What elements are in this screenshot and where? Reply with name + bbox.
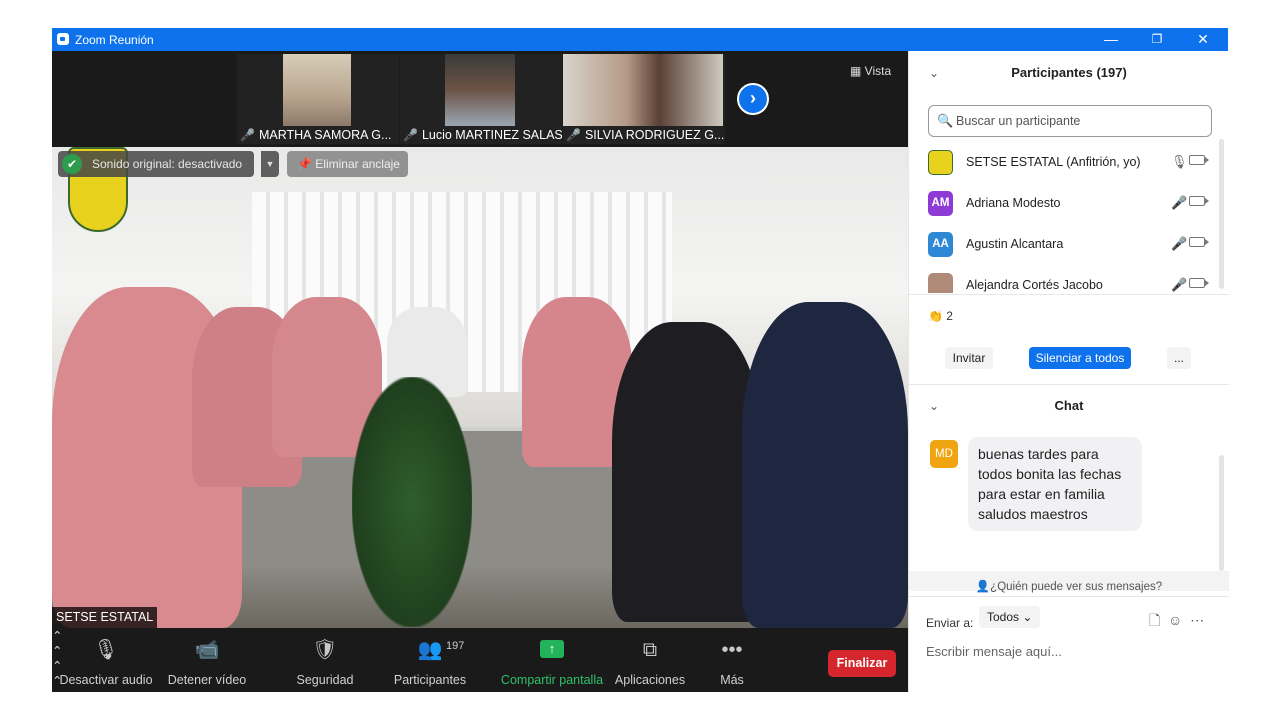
participant-video: [445, 54, 515, 126]
mute-button[interactable]: 🎙 Desactivar audio: [52, 628, 160, 692]
chat-message-input[interactable]: Escribir mensaje aquí...: [926, 644, 1062, 659]
divider: [909, 294, 1229, 295]
side-panel: ⌄ Participantes (197) 🔍 Buscar un partic…: [908, 51, 1229, 692]
avatar: [928, 273, 953, 293]
more-dots-icon[interactable]: ⋯: [1190, 612, 1204, 628]
meeting-toolbar: 🎙 Desactivar audio ⌃ 📹 Detener vídeo ⌃ 🛡…: [52, 628, 908, 692]
reaction-summary: 👏 2: [928, 309, 953, 323]
muted-mic-icon[interactable]: 🎤: [1171, 195, 1187, 211]
emoji-icon[interactable]: ☺: [1168, 612, 1182, 628]
attendee: [612, 322, 762, 622]
participant-row[interactable]: AM Adriana Modesto 🎤: [909, 185, 1221, 226]
restore-button[interactable]: ❐: [1134, 28, 1180, 51]
avatar: MD: [930, 440, 958, 468]
attendee: [742, 302, 908, 628]
muted-mic-icon: 🎤: [566, 128, 581, 142]
minimize-button[interactable]: —: [1088, 28, 1134, 51]
clap-icon: 👏: [928, 309, 943, 323]
person-icon: 👤: [975, 581, 991, 593]
participant-row[interactable]: SETSE ESTATAL (Anfitrión, yo) 🎙: [909, 147, 1221, 185]
security-button[interactable]: 🛡 Seguridad: [290, 628, 360, 692]
participant-thumbnail[interactable]: 🎤 SILVIA RODRIGUEZ G...: [563, 54, 725, 144]
title-bar: Zoom Reunión — ❐ ✕: [52, 28, 1228, 51]
participant-video: [283, 54, 351, 126]
chat-tools: 🗋 ☺ ⋯: [1149, 610, 1204, 634]
next-page-icon[interactable]: ›: [737, 83, 769, 115]
zoom-app-icon: [57, 33, 69, 45]
video-camera-icon[interactable]: [1189, 278, 1209, 288]
unpin-button[interactable]: 📌 Eliminar anclaje: [287, 151, 408, 177]
search-icon: 🔍: [937, 113, 954, 128]
participant-search-input[interactable]: 🔍 Buscar un participante: [928, 105, 1212, 137]
collapse-chevron-icon[interactable]: ⌄: [929, 51, 939, 95]
grid-icon: ▦: [850, 64, 865, 78]
muted-mic-icon[interactable]: 🎤: [1171, 236, 1187, 252]
mute-all-button[interactable]: Silenciar a todos: [1029, 347, 1131, 369]
who-can-see-link[interactable]: 👤¿Quién puede ver sus mensajes?: [909, 579, 1229, 593]
christmas-garland: [352, 377, 472, 627]
view-button[interactable]: ▦ Vista: [850, 64, 891, 78]
reaction-count: 2: [946, 309, 953, 323]
apps-button[interactable]: ⧉ Aplicaciones: [614, 628, 686, 692]
muted-mic-icon: 🎤: [403, 128, 418, 142]
original-sound-toggle[interactable]: ✔ Sonido original: desactivado: [58, 151, 255, 177]
chevron-down-icon[interactable]: ▼: [261, 151, 279, 177]
microphone-icon[interactable]: 🎙: [1171, 154, 1188, 170]
muted-mic-icon[interactable]: 🎤: [1171, 277, 1187, 293]
apps-icon: ⧉: [642, 639, 658, 661]
send-to-label: Enviar a:: [926, 616, 974, 630]
participants-button[interactable]: 👥 197 Participantes: [388, 628, 472, 692]
participant-list: SETSE ESTATAL (Anfitrión, yo) 🎙 AM Adria…: [909, 147, 1221, 293]
more-options-button[interactable]: ...: [1167, 347, 1191, 369]
zoom-window: Zoom Reunión — ❐ ✕ 🎤 MARTHA SAMORA G... 🎤…: [52, 28, 1229, 692]
video-camera-icon[interactable]: [1189, 155, 1209, 165]
participant-thumbnail[interactable]: 🎤 MARTHA SAMORA G...: [237, 54, 399, 144]
chat-scrollbar[interactable]: [1219, 455, 1224, 571]
video-camera-icon[interactable]: [1189, 196, 1209, 206]
participant-row[interactable]: AA Agustin Alcantara 🎤: [909, 226, 1221, 267]
file-icon[interactable]: 🗋: [1149, 612, 1160, 628]
speaker-name-label: SETSE ESTATAL: [52, 607, 158, 628]
chevron-down-icon: ⌄: [1022, 610, 1033, 624]
participants-count: 197: [446, 640, 465, 652]
participants-header: ⌄ Participantes (197): [909, 51, 1229, 95]
end-meeting-button[interactable]: Finalizar: [828, 650, 896, 677]
avatar: [928, 150, 953, 175]
avatar: AM: [928, 191, 953, 216]
microphone-icon: 🎙: [93, 639, 119, 661]
more-dots-icon: •••: [721, 639, 743, 661]
participant-name: SILVIA RODRIGUEZ G...: [584, 128, 725, 142]
stop-video-button[interactable]: 📹 Detener vídeo: [162, 628, 252, 692]
more-button[interactable]: ••• Más: [712, 628, 752, 692]
participant-thumbnail[interactable]: 🎤 Lucio MARTINEZ SALAS: [400, 54, 562, 144]
participant-video: [563, 54, 723, 126]
chat-message: buenas tardes para todos bonita las fech…: [968, 437, 1142, 531]
window-title: Zoom Reunión: [75, 33, 154, 47]
participant-row[interactable]: Alejandra Cortés Jacobo 🎤: [909, 267, 1221, 293]
avatar: AA: [928, 232, 953, 257]
participant-name: Lucio MARTINEZ SALAS: [421, 128, 562, 142]
recipient-dropdown[interactable]: Todos ⌄: [979, 606, 1041, 628]
collapse-chevron-icon[interactable]: ⌄: [929, 384, 939, 428]
share-screen-button[interactable]: ↑ Compartir pantalla: [498, 628, 606, 692]
shield-check-icon: ✔: [62, 154, 82, 174]
muted-mic-icon: 🎤: [240, 128, 255, 142]
chat-messages: MD buenas tardes para todos bonita las f…: [909, 427, 1229, 573]
gallery-strip: 🎤 MARTHA SAMORA G... 🎤 Lucio MARTINEZ SALA…: [52, 51, 908, 147]
invite-button[interactable]: Invitar: [945, 347, 993, 369]
video-camera-icon[interactable]: [1189, 237, 1209, 247]
divider: [909, 596, 1229, 597]
participant-scrollbar[interactable]: [1219, 139, 1224, 289]
close-button[interactable]: ✕: [1180, 28, 1226, 51]
participant-name: MARTHA SAMORA G...: [258, 128, 392, 142]
share-screen-icon: ↑: [540, 640, 564, 658]
active-speaker-video: ✔ Sonido original: desactivado ▼ 📌 Elimi…: [52, 147, 908, 628]
participants-icon: 👥: [417, 639, 443, 661]
chat-header: ⌄ Chat: [909, 384, 1229, 428]
video-camera-icon: 📹: [194, 639, 220, 661]
video-area: 🎤 MARTHA SAMORA G... 🎤 Lucio MARTINEZ SALA…: [52, 51, 908, 692]
pin-icon: 📌: [297, 157, 316, 171]
shield-icon: 🛡: [312, 639, 338, 661]
